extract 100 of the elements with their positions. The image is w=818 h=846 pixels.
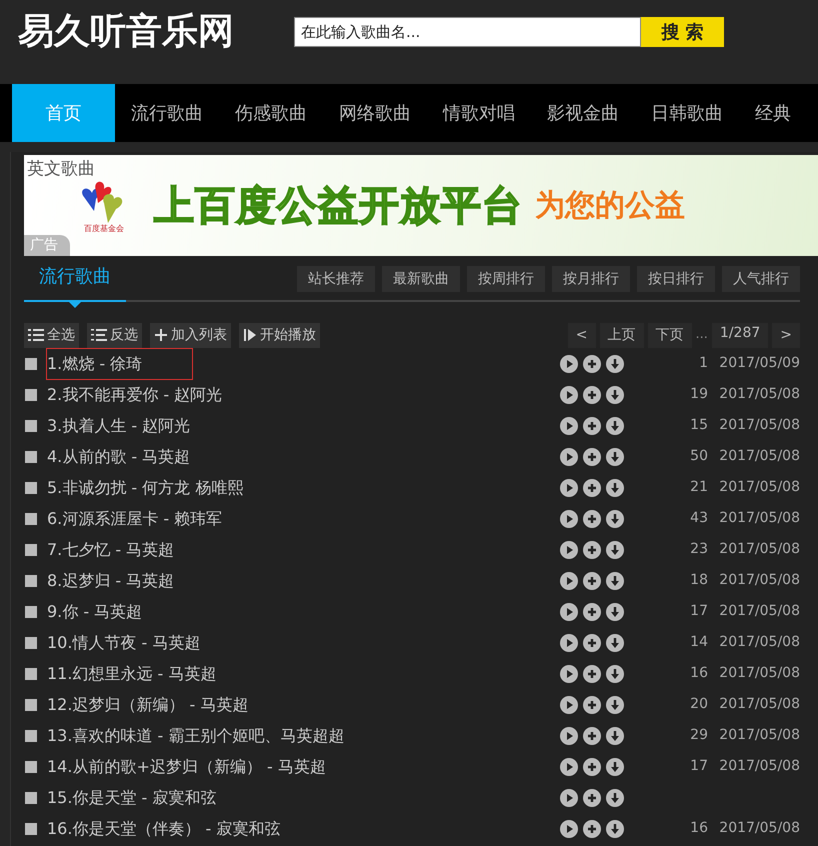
checkbox[interactable] bbox=[25, 606, 37, 618]
play-icon[interactable] bbox=[560, 448, 578, 466]
play-icon[interactable] bbox=[560, 634, 578, 652]
play-icon[interactable] bbox=[560, 602, 578, 620]
checkbox[interactable] bbox=[25, 574, 37, 586]
checkbox[interactable] bbox=[25, 450, 37, 462]
download-icon[interactable] bbox=[606, 478, 624, 496]
song-title[interactable]: 8.迟梦归 - 马英超 bbox=[46, 564, 226, 596]
song-title[interactable]: 7.七夕忆 - 马英超 bbox=[46, 534, 226, 566]
play-icon[interactable] bbox=[560, 572, 578, 590]
next-page-button[interactable]: 下页 bbox=[648, 322, 692, 348]
song-title[interactable]: 4.从前的歌 - 马英超 bbox=[46, 440, 242, 472]
filter-button[interactable]: 最新歌曲 bbox=[382, 266, 460, 292]
download-icon[interactable] bbox=[606, 540, 624, 558]
add-icon[interactable] bbox=[583, 510, 601, 528]
ad-banner[interactable]: 英文歌曲 百度基金会 上百度公益开放平台 为您的公益 广告 bbox=[24, 155, 818, 256]
download-icon[interactable] bbox=[606, 820, 624, 838]
checkbox[interactable] bbox=[25, 388, 37, 400]
add-icon[interactable] bbox=[583, 478, 601, 496]
download-icon[interactable] bbox=[606, 696, 624, 714]
filter-button[interactable]: 按周排行 bbox=[467, 266, 545, 292]
play-icon[interactable] bbox=[560, 386, 578, 404]
play-icon[interactable] bbox=[560, 758, 578, 776]
song-title[interactable]: 3.执着人生 - 赵阿光 bbox=[46, 410, 242, 442]
song-title[interactable]: 12.迟梦归（新编） - 马英超 bbox=[46, 688, 300, 720]
song-title[interactable]: 9.你 - 马英超 bbox=[46, 596, 194, 628]
add-icon[interactable] bbox=[583, 416, 601, 434]
search-button[interactable]: 搜 索 bbox=[641, 17, 724, 47]
song-title[interactable]: 5.非诚勿扰 - 何方龙 杨唯熙 bbox=[46, 472, 294, 504]
play-icon[interactable] bbox=[560, 726, 578, 744]
song-title[interactable]: 14.从前的歌+迟梦归（新编） - 马英超 bbox=[46, 750, 377, 782]
checkbox[interactable] bbox=[25, 512, 37, 524]
song-title[interactable]: 2.我不能再爱你 - 赵阿光 bbox=[46, 378, 274, 410]
play-icon[interactable] bbox=[560, 416, 578, 434]
add-icon[interactable] bbox=[583, 788, 601, 806]
checkbox[interactable] bbox=[25, 730, 37, 742]
add-icon[interactable] bbox=[583, 696, 601, 714]
toolbar-button[interactable]: 开始播放 bbox=[239, 322, 320, 348]
play-icon[interactable] bbox=[560, 664, 578, 682]
add-icon[interactable] bbox=[583, 820, 601, 838]
add-icon[interactable] bbox=[583, 758, 601, 776]
download-icon[interactable] bbox=[606, 788, 624, 806]
filter-button[interactable]: 站长推荐 bbox=[297, 266, 375, 292]
download-icon[interactable] bbox=[606, 758, 624, 776]
play-icon[interactable] bbox=[560, 354, 578, 372]
filter-button[interactable]: 人气排行 bbox=[722, 266, 800, 292]
filter-button[interactable]: 按日排行 bbox=[637, 266, 715, 292]
add-icon[interactable] bbox=[583, 602, 601, 620]
song-title[interactable]: 13.喜欢的味道 - 霸王别个姬吧、马英超超 bbox=[46, 720, 396, 752]
song-title[interactable]: 15.你是天堂 - 寂寞和弦 bbox=[46, 782, 268, 814]
song-title[interactable]: 11.幻想里永远 - 马英超 bbox=[46, 658, 268, 690]
search-field[interactable]: 在此输入歌曲名... bbox=[294, 17, 641, 47]
play-icon[interactable] bbox=[560, 696, 578, 714]
add-icon[interactable] bbox=[583, 386, 601, 404]
section-tab[interactable]: 流行歌曲 bbox=[24, 263, 126, 302]
download-icon[interactable] bbox=[606, 664, 624, 682]
checkbox[interactable] bbox=[25, 420, 37, 432]
download-icon[interactable] bbox=[606, 634, 624, 652]
download-icon[interactable] bbox=[606, 572, 624, 590]
checkbox[interactable] bbox=[25, 760, 37, 772]
checkbox[interactable] bbox=[25, 358, 37, 370]
toolbar-button[interactable]: 加入列表 bbox=[150, 322, 231, 348]
download-icon[interactable] bbox=[606, 416, 624, 434]
add-icon[interactable] bbox=[583, 540, 601, 558]
add-icon[interactable] bbox=[583, 448, 601, 466]
song-title[interactable]: 1.燃烧 - 徐琦 bbox=[46, 348, 194, 380]
checkbox[interactable] bbox=[25, 668, 37, 680]
add-icon[interactable] bbox=[583, 664, 601, 682]
play-icon[interactable] bbox=[560, 540, 578, 558]
checkbox[interactable] bbox=[25, 636, 37, 648]
play-icon[interactable] bbox=[560, 820, 578, 838]
song-title[interactable]: 10.情人节夜 - 马英超 bbox=[46, 626, 252, 658]
add-icon[interactable] bbox=[583, 726, 601, 744]
download-icon[interactable] bbox=[606, 510, 624, 528]
checkbox[interactable] bbox=[25, 544, 37, 556]
site-logo[interactable]: 易久听音乐网 bbox=[18, 10, 234, 54]
song-title[interactable]: 6.河源系涯屋卡 - 赖玮军 bbox=[46, 502, 274, 534]
next-button[interactable]: > bbox=[772, 322, 800, 348]
download-icon[interactable] bbox=[606, 386, 624, 404]
download-icon[interactable] bbox=[606, 354, 624, 372]
play-icon[interactable] bbox=[560, 510, 578, 528]
toolbar-button[interactable]: 全选 bbox=[24, 322, 79, 348]
checkbox[interactable] bbox=[25, 822, 37, 834]
add-icon[interactable] bbox=[583, 354, 601, 372]
prev-button[interactable]: < bbox=[568, 322, 596, 348]
checkbox[interactable] bbox=[25, 698, 37, 710]
filter-button[interactable]: 按月排行 bbox=[552, 266, 630, 292]
checkbox[interactable] bbox=[25, 792, 37, 804]
download-icon[interactable] bbox=[606, 602, 624, 620]
nav-tab[interactable]: 情歌对唱 bbox=[427, 84, 531, 142]
toolbar-button[interactable]: 反选 bbox=[87, 322, 142, 348]
play-icon[interactable] bbox=[560, 478, 578, 496]
add-icon[interactable] bbox=[583, 634, 601, 652]
nav-tab[interactable]: 影视金曲 bbox=[531, 84, 635, 142]
nav-tab[interactable]: 网络歌曲 bbox=[323, 84, 427, 142]
song-title[interactable]: 16.你是天堂（伴奏） - 寂寞和弦 bbox=[46, 812, 332, 844]
download-icon[interactable] bbox=[606, 726, 624, 744]
download-icon[interactable] bbox=[606, 448, 624, 466]
nav-tab[interactable]: 流行歌曲 bbox=[115, 84, 219, 142]
play-icon[interactable] bbox=[560, 788, 578, 806]
